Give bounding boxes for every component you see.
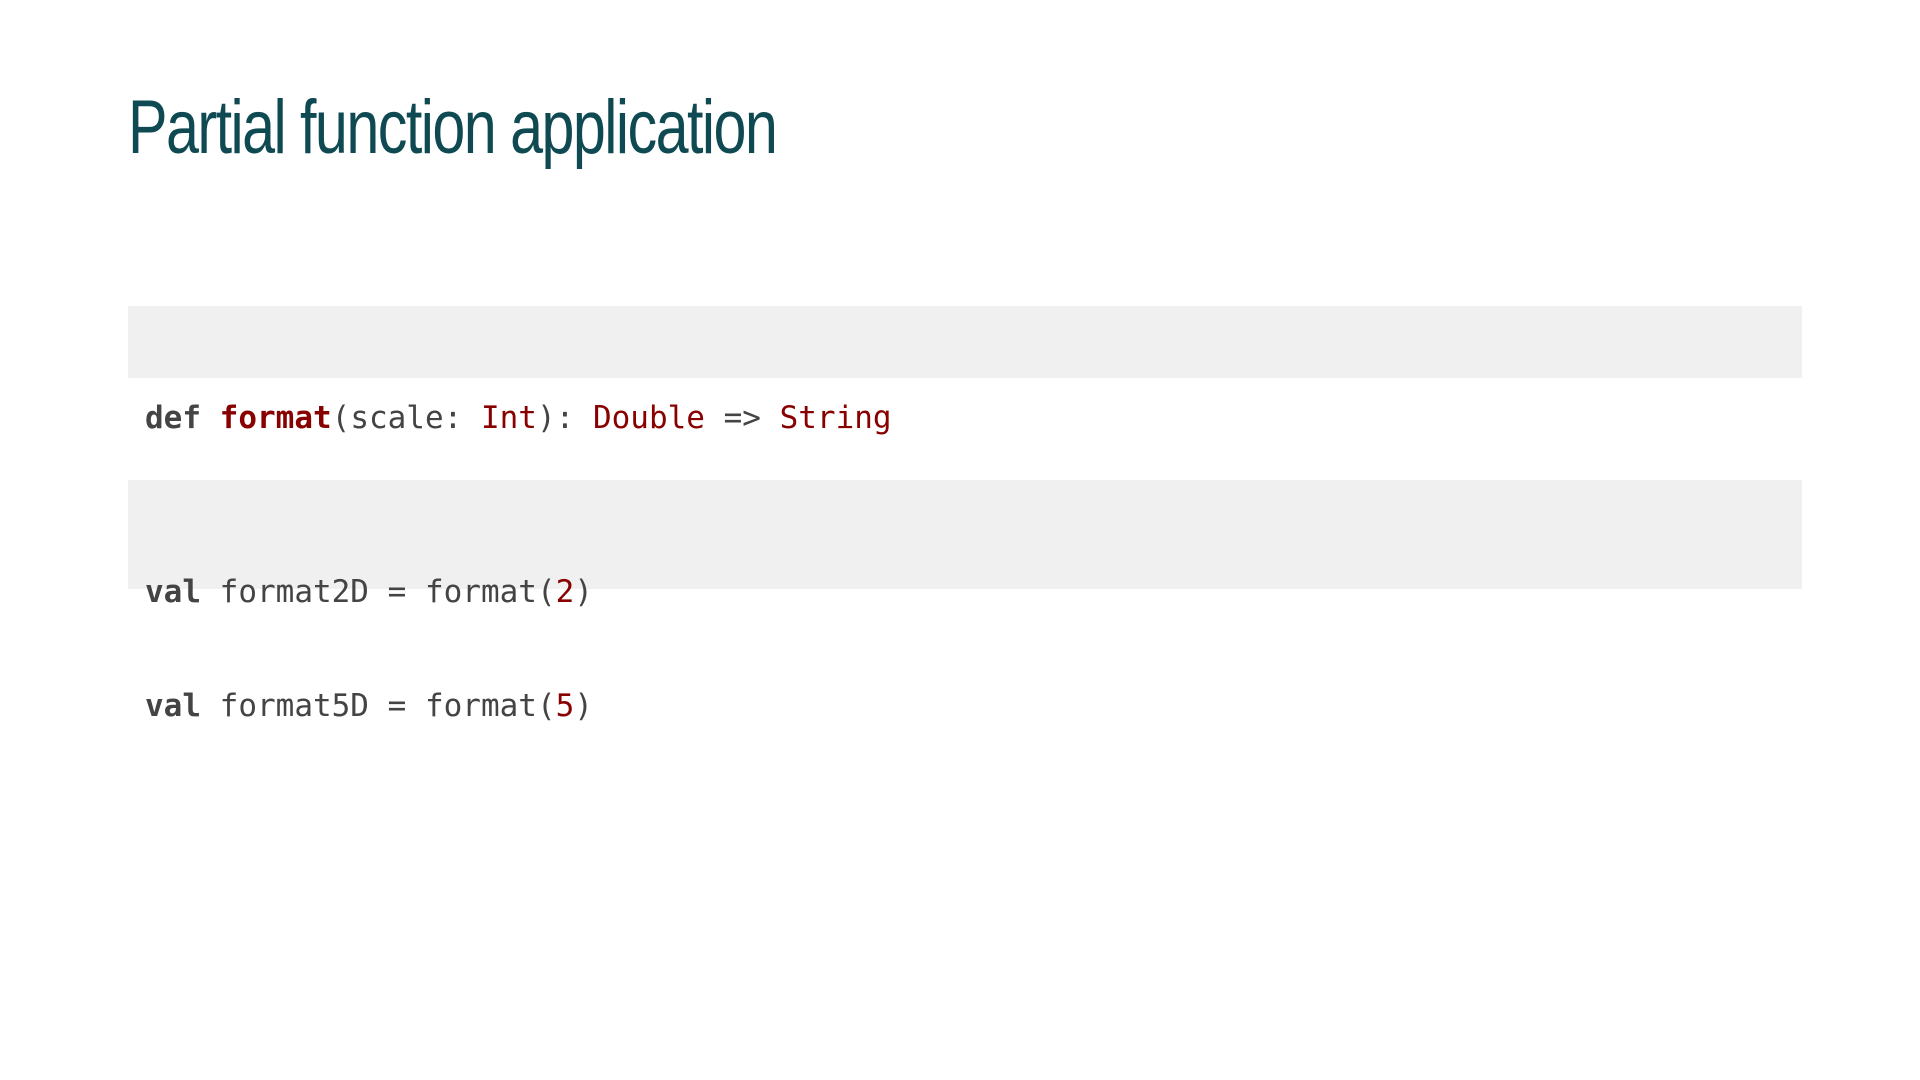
slide: Partial function application def format(… — [0, 0, 1920, 1080]
code-text: ) — [574, 574, 593, 610]
code-block-partial-application: val format2D = format(2) val format5D = … — [128, 480, 1802, 724]
code-type: Int — [480, 400, 537, 436]
code-text: ) — [574, 688, 593, 724]
code-type: String — [779, 400, 892, 436]
code-function-name: format — [219, 400, 332, 436]
code-line: val format5D = format(5) — [145, 687, 1802, 725]
code-type: Double — [592, 400, 705, 436]
code-keyword: val — [145, 574, 201, 610]
code-number: 2 — [555, 574, 575, 610]
code-line: val format2D = format(2) — [145, 573, 1802, 611]
code-block-signature: def format(scale: Int): Double => String — [128, 306, 1802, 436]
code-keyword: val — [145, 688, 201, 724]
code-text: (scale: — [331, 400, 481, 436]
code-line: def format(scale: Int): Double => String — [145, 399, 1802, 437]
code-text: format2D = format( — [201, 574, 556, 610]
code-text: format5D = format( — [201, 688, 556, 724]
code-text: ): — [536, 400, 593, 436]
code-text: => — [704, 400, 780, 436]
code-keyword: def — [145, 400, 201, 436]
code-number: 5 — [555, 688, 575, 724]
slide-title: Partial function application — [128, 85, 778, 170]
